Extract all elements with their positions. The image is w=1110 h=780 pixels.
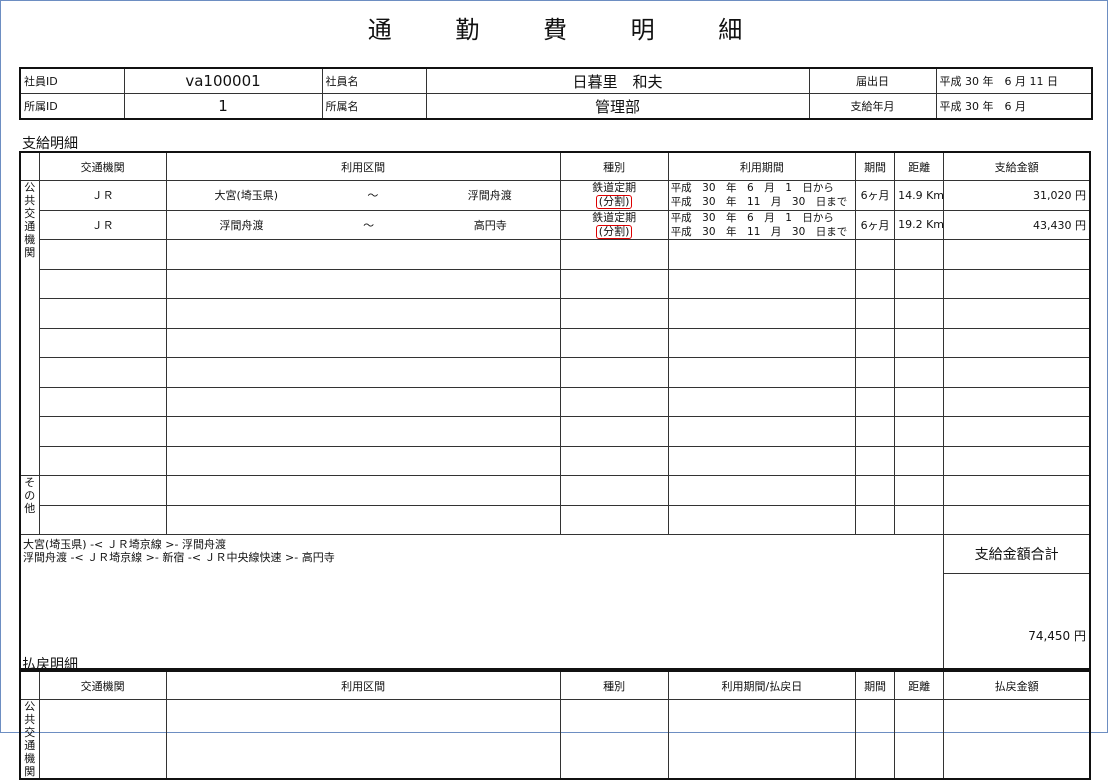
table-row: 公共交通機関 xyxy=(19,699,1091,780)
route-line: 大宮(埼玉県) -< ＪＲ埼京線 >- 浮間舟渡 xyxy=(23,538,226,551)
col-section: 利用区間 xyxy=(165,151,561,181)
table-row xyxy=(20,239,1091,270)
dept-id-value: 1 xyxy=(123,93,323,120)
kind-cell: 鉄道定期 (分割) xyxy=(559,180,669,211)
section-tilde: ～ xyxy=(367,189,379,203)
transport-cell: ＪＲ xyxy=(38,180,167,211)
filed-date-label: 届出日 xyxy=(808,67,937,94)
split-badge: (分割) xyxy=(595,195,633,210)
table-row xyxy=(20,298,1091,329)
col-period: 利用期間 xyxy=(667,151,857,181)
col-kind: 種別 xyxy=(559,670,669,700)
table-row xyxy=(20,416,1091,447)
col-transport: 交通機関 xyxy=(38,151,167,181)
other-side-label: その他 xyxy=(19,475,40,535)
employee-id-value: va100001 xyxy=(123,67,323,94)
table-row: ＪＲ 浮間舟渡 ～ 高円寺 鉄道定期 (分割) 平成 30 年 6 月 1 日か… xyxy=(20,209,1091,240)
period-cell: 平成 30 年 6 月 1 日から 平成 30 年 11 月 30 日まで xyxy=(667,209,857,240)
total-label: 支給金額合計 xyxy=(943,534,1091,574)
col-refund-amount: 払戻金額 xyxy=(943,670,1091,700)
employee-name-value: 日暮里 和夫 xyxy=(425,67,810,94)
period-cell: 平成 30 年 6 月 1 日から 平成 30 年 11 月 30 日まで xyxy=(667,180,857,211)
period-start: 平成 30 年 6 月 1 日から xyxy=(670,182,834,195)
section-to: 浮間舟渡 xyxy=(467,189,512,203)
col-months: 期間 xyxy=(855,151,896,181)
table-row: 公共交通機関 ＪＲ 大宮(埼玉県) ～ 浮間舟渡 鉄道定期 (分割) 平成 30… xyxy=(19,180,1091,476)
header-corner xyxy=(19,151,40,181)
col-period-refund-date: 利用期間/払戻日 xyxy=(667,670,857,700)
col-months: 期間 xyxy=(855,670,896,700)
kind-text: 鉄道定期 xyxy=(592,181,637,195)
amount-cell: 43,430 円 xyxy=(943,209,1091,240)
section-from: 大宮(埼玉県) xyxy=(214,189,279,203)
table-row xyxy=(20,504,1091,535)
dept-name-value: 管理部 xyxy=(425,93,810,120)
refund-table: 交通機関 利用区間 種別 利用期間/払戻日 期間 距離 払戻金額 公共交通機関 xyxy=(19,670,1091,780)
col-transport: 交通機関 xyxy=(38,670,167,700)
filed-date-value: 平成 30 年 6 月 11 日 xyxy=(935,67,1093,94)
distance-cell: 14.9 Km xyxy=(894,180,945,211)
col-distance: 距離 xyxy=(894,151,945,181)
route-line: 浮間舟渡 -< ＪＲ埼京線 >- 新宿 -< ＪＲ中央線快速 >- 高円寺 xyxy=(23,551,335,564)
kind-cell: 鉄道定期 (分割) xyxy=(559,209,669,240)
public-transport-side-label: 公共交通機関 xyxy=(19,699,40,780)
header-corner xyxy=(19,670,40,700)
employee-id-label: 社員ID xyxy=(19,67,125,94)
payment-section-title: 支給明細 xyxy=(22,136,78,152)
section-from: 浮間舟渡 xyxy=(219,218,264,232)
public-transport-side-label: 公共交通機関 xyxy=(19,180,40,476)
col-distance: 距離 xyxy=(894,670,945,700)
section-cell: 浮間舟渡 ～ 高円寺 xyxy=(165,209,561,240)
route-description: 大宮(埼玉県) -< ＪＲ埼京線 >- 浮間舟渡 浮間舟渡 -< ＪＲ埼京線 >… xyxy=(19,534,945,670)
dept-name-label: 所属名 xyxy=(321,93,427,120)
employee-header-table: 社員ID va100001 社員名 日暮里 和夫 届出日 平成 30 年 6 月… xyxy=(19,67,1093,120)
pay-month-value: 平成 30 年 6 月 xyxy=(935,93,1093,120)
table-row xyxy=(20,445,1091,476)
col-section: 利用区間 xyxy=(165,670,561,700)
employee-name-label: 社員名 xyxy=(321,67,427,94)
period-end: 平成 30 年 11 月 30 日まで xyxy=(670,225,848,238)
dept-id-label: 所属ID xyxy=(19,93,125,120)
pay-month-label: 支給年月 xyxy=(808,93,937,120)
col-kind: 種別 xyxy=(559,151,669,181)
kind-text: 鉄道定期 xyxy=(592,210,637,224)
table-row xyxy=(20,268,1091,299)
table-row xyxy=(20,357,1091,388)
period-start: 平成 30 年 6 月 1 日から xyxy=(670,211,834,224)
table-row xyxy=(20,327,1091,358)
table-row xyxy=(20,386,1091,417)
payment-table: 交通機関 利用区間 種別 利用期間 期間 距離 支給金額 公共交通機関 ＪＲ 大… xyxy=(19,151,1091,670)
section-tilde: ～ xyxy=(363,218,375,232)
table-row: その他 xyxy=(19,475,1091,535)
col-amount: 支給金額 xyxy=(943,151,1091,181)
amount-cell: 31,020 円 xyxy=(943,180,1091,211)
section-to: 高円寺 xyxy=(473,218,507,232)
split-badge: (分割) xyxy=(595,224,633,239)
period-end: 平成 30 年 11 月 30 日まで xyxy=(670,196,848,209)
distance-cell: 19.2 Km xyxy=(894,209,945,240)
transport-cell: ＪＲ xyxy=(38,209,167,240)
months-cell: 6ヶ月 xyxy=(855,180,896,211)
document-title: 通 勤 費 明 細 xyxy=(367,16,771,44)
total-value: 74,450 円 xyxy=(943,573,1091,670)
months-cell: 6ヶ月 xyxy=(855,209,896,240)
section-cell: 大宮(埼玉県) ～ 浮間舟渡 xyxy=(165,180,561,211)
